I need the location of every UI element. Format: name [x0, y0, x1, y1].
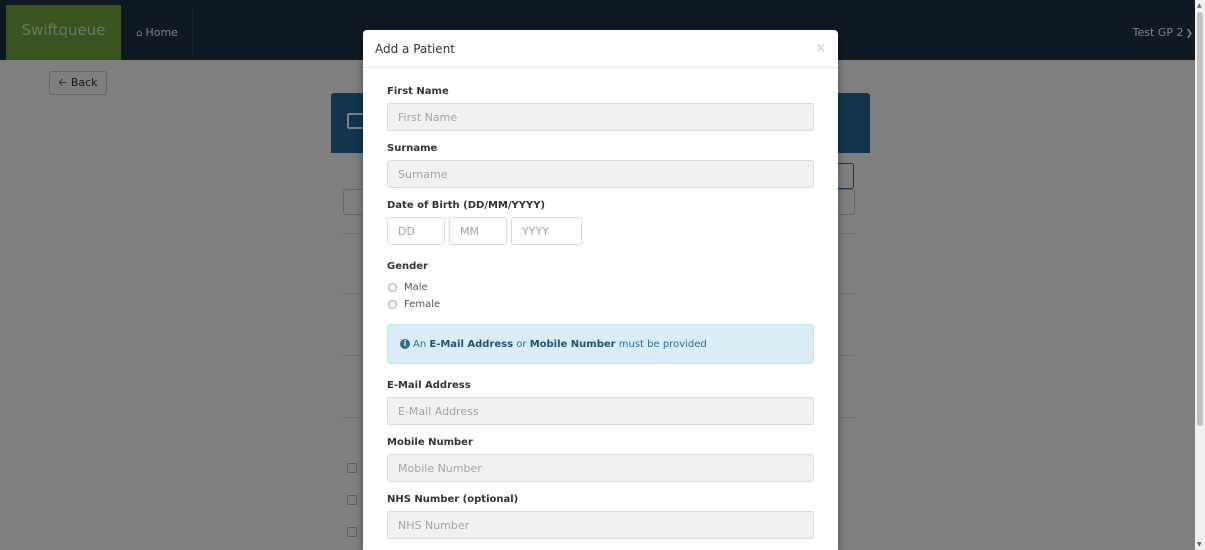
- gender-label: Gender: [387, 261, 428, 272]
- gender-option-male[interactable]: Male: [387, 282, 814, 293]
- mobile-input[interactable]: [387, 454, 814, 482]
- alert-email-text: E-Mail Address: [429, 338, 514, 350]
- first-name-group: First Name: [387, 86, 814, 131]
- alert-mobile-text: Mobile Number: [529, 338, 616, 350]
- first-name-label: First Name: [387, 86, 449, 97]
- modal-header: Add a Patient ×: [363, 30, 838, 68]
- add-patient-modal: Add a Patient × First Name Surname Date …: [363, 30, 838, 550]
- modal-body: First Name Surname Date of Birth (DD/MM/…: [363, 68, 838, 539]
- modal-title: Add a Patient: [375, 41, 455, 56]
- radio-female[interactable]: [388, 300, 397, 309]
- gender-male-label: Male: [404, 282, 428, 293]
- email-input[interactable]: [387, 397, 814, 425]
- scroll-down-arrow-icon[interactable]: ▼: [1197, 541, 1202, 548]
- surname-input[interactable]: [387, 160, 814, 188]
- scrollbar-thumb[interactable]: [1197, 12, 1203, 426]
- email-group: E-Mail Address: [387, 380, 814, 425]
- dob-inputs: [387, 217, 814, 245]
- mobile-group: Mobile Number: [387, 437, 814, 482]
- gender-option-female[interactable]: Female: [387, 299, 814, 310]
- alert-middle: or: [516, 338, 527, 350]
- alert-prefix: An: [413, 338, 427, 350]
- first-name-input[interactable]: [387, 103, 814, 131]
- radio-male[interactable]: [388, 283, 397, 292]
- page-scrollbar[interactable]: ▲ ▼: [1195, 0, 1205, 550]
- gender-group: Gender Male Female: [387, 261, 814, 310]
- surname-label: Surname: [387, 143, 438, 154]
- email-label: E-Mail Address: [387, 380, 471, 391]
- nhs-label: NHS Number (optional): [387, 494, 519, 505]
- info-circle-icon: i: [400, 339, 410, 349]
- alert-suffix: must be provided: [618, 338, 707, 350]
- dob-group: Date of Birth (DD/MM/YYYY): [387, 200, 814, 245]
- dob-label: Date of Birth (DD/MM/YYYY): [387, 200, 546, 211]
- nhs-group: NHS Number (optional): [387, 494, 814, 539]
- nhs-input[interactable]: [387, 511, 814, 539]
- contact-info-alert: i An E-Mail Address or Mobile Number mus…: [387, 324, 814, 364]
- gender-female-label: Female: [404, 299, 441, 310]
- dob-year-input[interactable]: [511, 217, 582, 245]
- close-icon[interactable]: ×: [815, 41, 826, 56]
- scroll-up-arrow-icon[interactable]: ▲: [1197, 2, 1202, 9]
- surname-group: Surname: [387, 143, 814, 188]
- dob-month-input[interactable]: [449, 217, 507, 245]
- mobile-label: Mobile Number: [387, 437, 473, 448]
- dob-day-input[interactable]: [387, 217, 445, 245]
